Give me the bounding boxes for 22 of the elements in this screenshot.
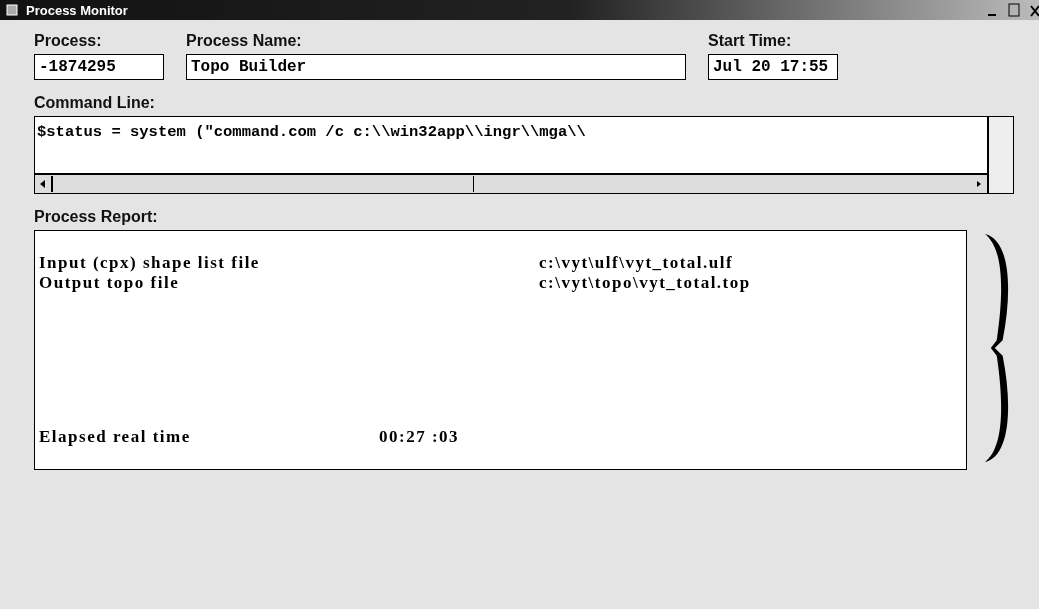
report-value: c:\vyt\topo\vyt_total.top xyxy=(539,273,752,293)
text-field[interactable]: -1874295 xyxy=(34,54,164,80)
app-icon xyxy=(6,4,18,16)
scroll-thumb[interactable] xyxy=(51,176,474,192)
vertical-scrollbar[interactable] xyxy=(987,117,1013,193)
window-title: Process Monitor xyxy=(26,2,129,18)
field-label: Start Time: xyxy=(708,32,793,50)
elapsed-label: Elapsed real time xyxy=(39,427,192,447)
command-line-text: $status = system ("command.com /c c:\\win32app\\ingr\\mga\\ xyxy=(36,122,587,143)
field-label: Process Name: xyxy=(186,32,303,50)
report-value: c:\vyt\ulf\vyt_total.ulf xyxy=(539,253,735,273)
process-report-label: Process Report: xyxy=(34,208,159,226)
horizontal-scrollbar[interactable] xyxy=(35,173,987,193)
maximize-icon[interactable] xyxy=(1007,2,1021,18)
command-line-field[interactable]: $status = system ("command.com /c c:\\win32app\\ingr\\mga\\ xyxy=(34,116,1014,194)
report-label: Input (cpx) shape list file xyxy=(39,253,261,273)
elapsed-value: 00:27 :03 xyxy=(379,427,461,447)
text-field[interactable]: Topo Builder xyxy=(186,54,686,80)
field-label: Process: xyxy=(34,32,103,50)
command-line-label: Command Line: xyxy=(34,94,156,112)
report-label: Output topo file xyxy=(39,273,181,293)
text-field[interactable]: Jul 20 17:55 xyxy=(708,54,838,80)
